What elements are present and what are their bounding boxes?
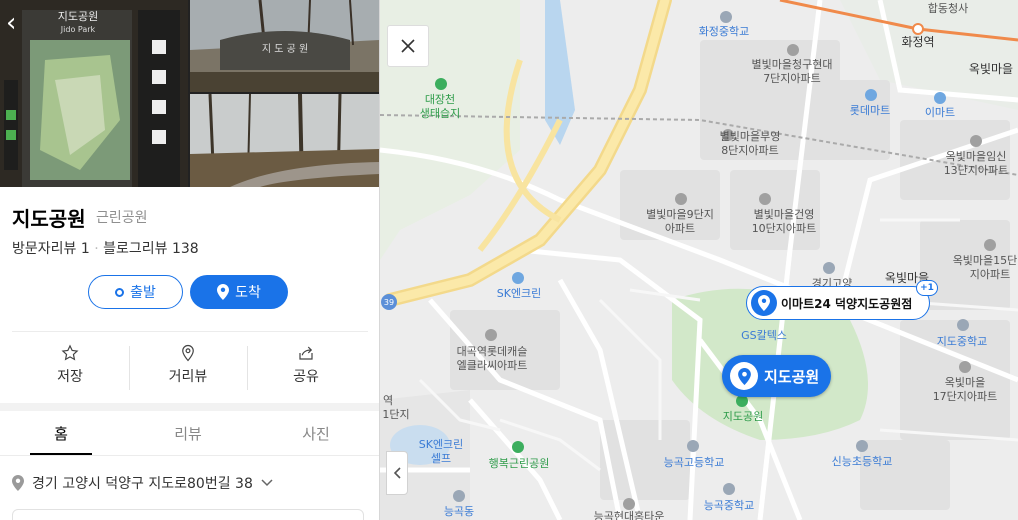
place-name: 지도공원 [12, 207, 86, 231]
street-view-label: 거리뷰 [168, 369, 208, 385]
save-label: 저장 [57, 369, 83, 385]
map-label: 합동청사 [928, 2, 968, 15]
map-label: 7단지아파트 [763, 72, 821, 85]
action-separator [129, 346, 130, 390]
map-label: 능곡현대홈타운 [594, 509, 665, 520]
place-panel: 지도공원 Jido Park ‹ 지 도 공 원 지도공원 근린공원 방문자리뷰… [0, 0, 380, 520]
departure-label: 출발 [130, 285, 156, 301]
map-label: 17단지아파트 [933, 390, 998, 403]
photo-gallery[interactable]: 지도공원 Jido Park ‹ 지 도 공 원 [0, 0, 379, 187]
map-label: SK엔크린 [419, 438, 464, 451]
map-label: 이마트 [925, 106, 955, 119]
map-label: 행복근린공원 [489, 457, 550, 470]
tab-review[interactable]: 리뷰 [138, 423, 238, 444]
marker-pin-icon [730, 362, 758, 390]
route-number: 39 [384, 298, 394, 307]
map-label: 엘클라씨아파트 [457, 359, 528, 372]
address-pin-icon [12, 475, 24, 491]
map-label: 별빛마을건영 [754, 208, 815, 221]
map-label: 능곡동 [444, 505, 474, 518]
map-label: 13단지아파트 [944, 164, 1009, 177]
departure-button[interactable]: 출발 [88, 275, 183, 309]
callout-pin-icon [751, 290, 777, 316]
selected-place-marker[interactable]: 지도공원 [722, 355, 831, 397]
departure-dot-icon [115, 287, 125, 297]
arrival-button[interactable]: 도착 [190, 275, 288, 309]
map-label: SK엔크린 [497, 287, 542, 300]
divider [12, 331, 368, 332]
street-view-action[interactable]: 거리뷰 [133, 344, 243, 386]
address-text: 경기 고양시 덕양구 지도로80번길 38 [32, 476, 253, 492]
map-label: 지아파트 [970, 268, 1010, 281]
map-label: 별빛마을9단지 [646, 208, 714, 221]
map-label: 능곡고등학교 [664, 456, 725, 469]
visitor-review-link[interactable]: 방문자리뷰 1 [12, 241, 90, 257]
park-map-sign-image: 지도공원 Jido Park [0, 0, 188, 187]
map-label: 셀프 [431, 452, 451, 465]
info-box [12, 509, 364, 520]
place-category: 근린공원 [96, 210, 148, 226]
share-icon [299, 346, 313, 360]
close-icon [401, 39, 415, 53]
save-action[interactable]: 저장 [15, 344, 125, 386]
collapse-panel-button[interactable] [386, 451, 408, 495]
stone-sign-image: 지 도 공 원 [190, 0, 379, 92]
blog-review-link[interactable]: 블로그리뷰 138 [103, 241, 199, 257]
sign-subtitle-text: Jido Park [60, 25, 96, 34]
map-canvas[interactable]: 합동청사 화정역 화정중학교 별빛마을청구현대 7단지아파트 옥빛마을 대장천 … [380, 0, 1018, 520]
map-label: 옥빛마을임신 [946, 150, 1007, 163]
review-separator: · [94, 241, 99, 257]
tab-home[interactable]: 홈 [11, 423, 111, 444]
map-label: 옥빛마을 [969, 62, 1013, 76]
map-label: 생태습지 [420, 107, 460, 120]
map-label: 대장천 [425, 92, 455, 106]
stone-sign-text: 지 도 공 원 [262, 43, 308, 55]
map-label: 신능초등학교 [832, 455, 893, 468]
map-label: 별빛마을청구현대 [752, 58, 833, 71]
map-label: 아파트 [665, 222, 695, 235]
callout-label: 이마트24 덕양지도공원점 [781, 296, 913, 311]
map-label: 롯데마트 [850, 104, 890, 117]
map-label: 화정중학교 [699, 25, 750, 38]
photo-stone-sign[interactable]: 지 도 공 원 [190, 0, 379, 92]
map-label: 지도공원 [723, 410, 763, 423]
chevron-down-icon[interactable] [261, 479, 273, 487]
map-label: 대곡역롯데캐슬 [457, 345, 528, 358]
back-chevron-icon[interactable]: ‹ [6, 10, 16, 36]
map-label: 옥빛마을 [945, 376, 985, 389]
map-pin-outline-icon [182, 344, 194, 362]
divider [0, 455, 379, 456]
address-row[interactable]: 경기 고양시 덕양구 지도로80번길 38 [12, 473, 273, 493]
close-button[interactable] [387, 25, 429, 67]
share-label: 공유 [293, 369, 319, 385]
map-label: 능곡중학교 [704, 499, 755, 512]
map-base[interactable]: 합동청사 화정역 화정중학교 별빛마을청구현대 7단지아파트 옥빛마을 대장천 … [380, 0, 1018, 520]
chevron-left-icon [393, 467, 401, 479]
photo-park-path[interactable] [190, 94, 379, 187]
review-summary: 방문자리뷰 1 · 블로그리뷰 138 [12, 238, 199, 258]
marker-label: 지도공원 [764, 367, 820, 386]
poi-callout-emart24[interactable]: 이마트24 덕양지도공원점 [746, 286, 930, 320]
action-separator [247, 346, 248, 390]
sign-title-text: 지도공원 [58, 10, 98, 23]
callout-more-badge[interactable]: +1 [916, 280, 938, 296]
map-label-station: 화정역 [901, 35, 934, 49]
tab-photo[interactable]: 사진 [266, 423, 366, 444]
map-label: 역 [383, 394, 393, 407]
map-label: 1단지 [382, 408, 409, 421]
section-gap [0, 403, 379, 411]
map-label: 10단지아파트 [752, 222, 817, 235]
star-icon [61, 344, 79, 361]
arrival-label: 도착 [235, 285, 261, 301]
share-action[interactable]: 공유 [251, 344, 361, 386]
map-label: 옥빛마을15단 [953, 254, 1018, 267]
map-label: GS칼텍스 [741, 329, 787, 342]
park-path-image [190, 94, 379, 187]
map-label: 8단지아파트 [721, 144, 779, 157]
map-label: 별빛마을부영 [720, 130, 781, 143]
photo-park-map-sign[interactable]: 지도공원 Jido Park ‹ [0, 0, 188, 187]
location-pin-icon [217, 284, 230, 300]
map-label: 지도중학교 [937, 335, 988, 348]
